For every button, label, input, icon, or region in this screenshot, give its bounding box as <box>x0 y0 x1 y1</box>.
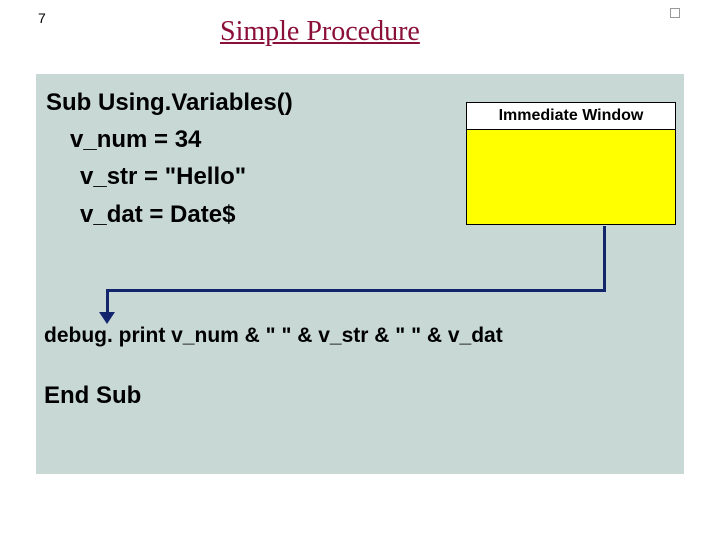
arrow-head-icon <box>99 312 115 324</box>
slide-number: 7 <box>38 10 46 26</box>
corner-marker-icon <box>670 8 680 18</box>
slide-title: Simple Procedure <box>220 16 420 48</box>
content-panel: Sub Using.Variables() v_num = 34 v_str =… <box>36 74 684 474</box>
immediate-window-body <box>467 130 675 224</box>
immediate-window-title: Immediate Window <box>467 103 675 130</box>
immediate-window: Immediate Window <box>466 102 676 225</box>
arrow-connector-icon <box>106 289 606 292</box>
code-line-endsub: End Sub <box>44 382 141 410</box>
arrow-connector-icon <box>603 226 606 292</box>
code-line-debug: debug. print v_num & " " & v_str & " " &… <box>44 324 503 348</box>
